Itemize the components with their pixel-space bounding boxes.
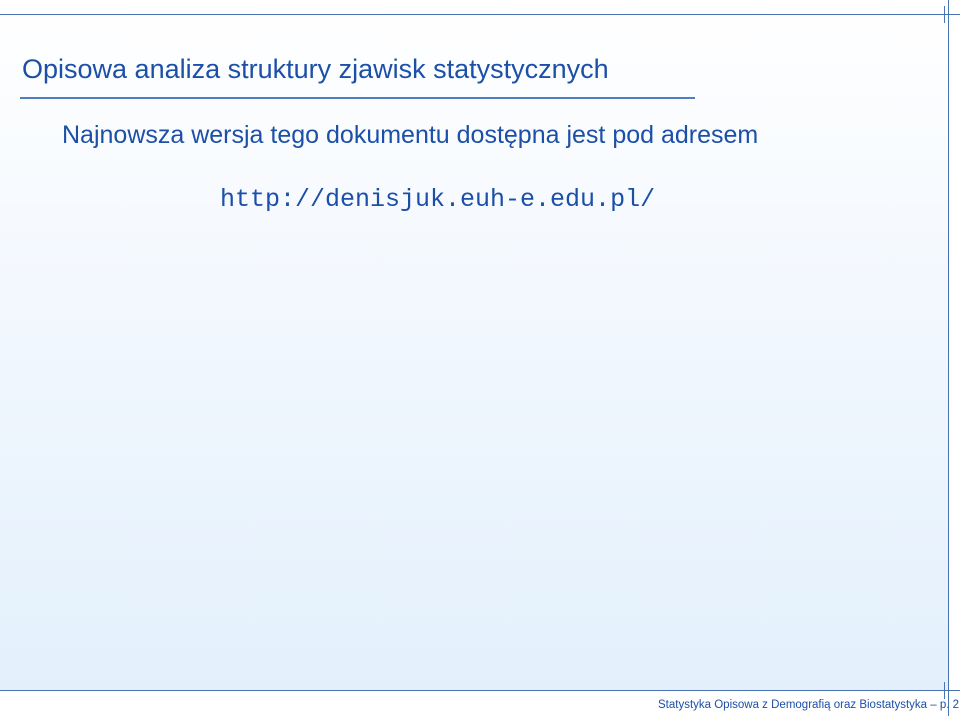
slide-footer: Statystyka Opisowa z Demografią oraz Bio… [658, 699, 960, 711]
frame-top-rule [0, 14, 960, 15]
frame-top-tick [944, 6, 945, 23]
slide-body-text: Najnowsza wersja tego dokumentu dostępna… [62, 121, 759, 149]
title-underline [20, 97, 695, 99]
frame-bottom-tick [944, 682, 945, 699]
slide-title: Opisowa analiza struktury zjawisk statys… [22, 54, 609, 84]
document-url-link[interactable]: http://denisjuk.euh-e.edu.pl/ [220, 185, 655, 214]
slide-background [0, 0, 948, 690]
frame-bottom-rule [0, 690, 960, 691]
frame-right-rule [948, 0, 949, 716]
